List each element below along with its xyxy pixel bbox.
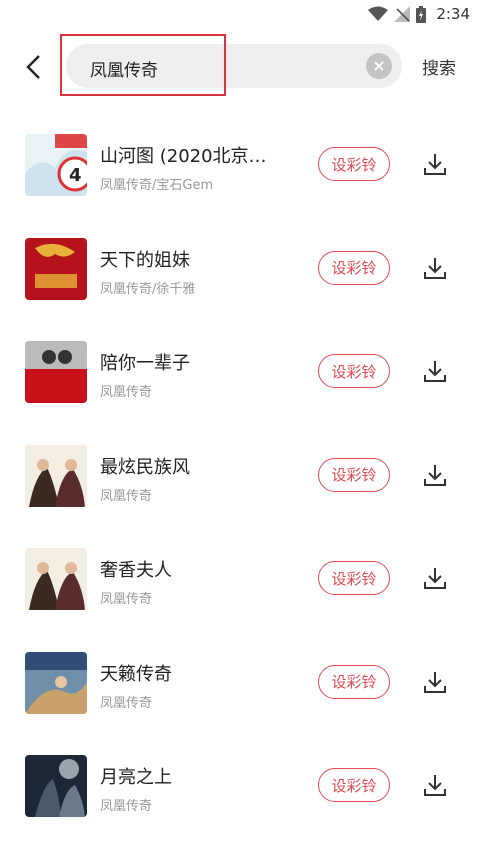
- song-artist: 凤凰传奇: [100, 695, 153, 711]
- list-item[interactable]: 陪你一辈子 凤凰传奇 设彩铃: [0, 317, 480, 421]
- album-cover: [25, 341, 87, 403]
- search-input[interactable]: 凤凰传奇: [66, 44, 402, 88]
- song-artist: 凤凰传奇: [100, 799, 153, 814]
- set-ringtone-button[interactable]: 设彩铃: [318, 354, 390, 388]
- song-title: 最炫民族风: [100, 456, 190, 478]
- album-cover: 4: [25, 134, 87, 196]
- album-cover: [25, 548, 87, 610]
- song-title: 天籁传奇: [100, 663, 172, 685]
- list-item[interactable]: 天下的姐妹 凤凰传奇/徐千雅 设彩铃: [0, 214, 480, 318]
- battery-icon: [416, 5, 427, 23]
- set-ringtone-button[interactable]: 设彩铃: [318, 250, 390, 285]
- download-icon[interactable]: [422, 151, 448, 177]
- set-ringtone-button[interactable]: 设彩铃: [318, 147, 390, 181]
- status-time: 2:34: [436, 5, 470, 23]
- song-list: 4 山河图 (2020北京… 凤凰传奇/宝石Gem 设彩铃 天下的姐妹 凤凰传奇…: [0, 110, 480, 835]
- close-icon: [374, 61, 384, 71]
- download-icon[interactable]: [422, 462, 448, 488]
- song-title: 月亮之上: [100, 767, 172, 788]
- album-cover: [25, 651, 87, 714]
- song-title: 山河图 (2020北京…: [100, 146, 267, 167]
- clear-search-button[interactable]: [366, 53, 392, 79]
- song-artist: 凤凰传奇: [100, 488, 153, 504]
- svg-text:4: 4: [69, 165, 82, 186]
- list-item[interactable]: 月亮之上 凤凰传奇 设彩铃: [0, 731, 480, 835]
- set-ringtone-button[interactable]: 设彩铃: [318, 664, 390, 699]
- download-icon[interactable]: [422, 772, 448, 798]
- back-button[interactable]: [18, 52, 48, 82]
- download-icon[interactable]: [422, 565, 448, 591]
- wifi-icon: [368, 6, 389, 21]
- album-cover: [25, 755, 87, 817]
- song-artist: 凤凰传奇/宝石Gem: [100, 178, 214, 193]
- album-cover: [25, 444, 87, 507]
- chevron-left-icon: [26, 55, 40, 79]
- download-icon[interactable]: [422, 358, 448, 384]
- set-ringtone-button[interactable]: 设彩铃: [318, 457, 390, 492]
- album-cover: [25, 237, 87, 300]
- download-icon[interactable]: [422, 669, 448, 695]
- song-title: 陪你一辈子: [100, 353, 190, 374]
- list-item[interactable]: 最炫民族风 凤凰传奇 设彩铃: [0, 421, 480, 525]
- search-query-text: 凤凰传奇: [90, 61, 158, 81]
- song-artist: 凤凰传奇/徐千雅: [100, 281, 196, 297]
- set-ringtone-button[interactable]: 设彩铃: [318, 768, 390, 802]
- list-item[interactable]: 天籁传奇 凤凰传奇 设彩铃: [0, 628, 480, 732]
- set-ringtone-button[interactable]: 设彩铃: [318, 561, 390, 595]
- no-signal-icon: [394, 6, 411, 22]
- search-button[interactable]: 搜索: [422, 54, 456, 79]
- top-bar: 凤凰传奇 搜索: [0, 34, 480, 96]
- song-artist: 凤凰传奇: [100, 385, 153, 400]
- status-bar: 2:34: [0, 0, 480, 28]
- song-title: 天下的姐妹: [100, 249, 190, 271]
- song-title: 奢香夫人: [100, 560, 172, 581]
- song-artist: 凤凰传奇: [100, 592, 153, 607]
- download-icon[interactable]: [422, 255, 448, 281]
- list-item[interactable]: 奢香夫人 凤凰传奇 设彩铃: [0, 524, 480, 628]
- list-item[interactable]: 4 山河图 (2020北京… 凤凰传奇/宝石Gem 设彩铃: [0, 110, 480, 214]
